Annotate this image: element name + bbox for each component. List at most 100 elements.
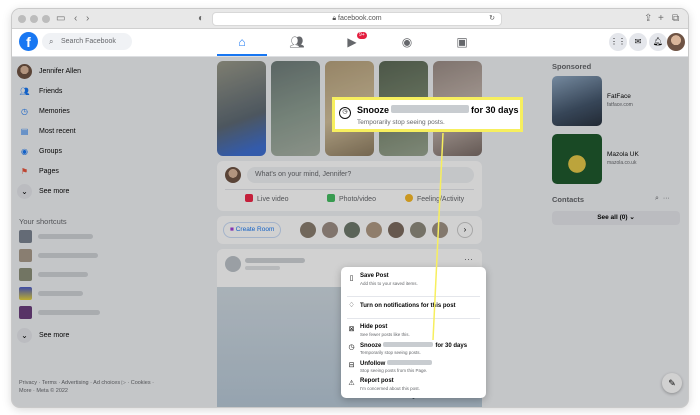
room-contact-avatar[interactable] (300, 222, 316, 238)
shortcut-item[interactable] (19, 268, 124, 281)
sponsored-ad[interactable]: Mazola UK mazola.co.uk (552, 134, 682, 184)
story-card[interactable] (271, 61, 320, 156)
room-contact-avatar[interactable] (344, 222, 360, 238)
redacted-page-name (387, 360, 433, 365)
avatar (225, 167, 241, 183)
sidebar-toggle-icon[interactable]: ▭ (56, 12, 65, 26)
room-contact-avatar[interactable] (432, 222, 448, 238)
photo-video-label: Photo/video (339, 196, 376, 203)
nav-watch-tab[interactable]: ▶ 9+ (327, 29, 377, 56)
menu-item-report-post[interactable]: ⚠ Report post I'm concerned about this p… (341, 378, 486, 396)
post-more-options-button[interactable]: ··· (464, 254, 473, 264)
shortcut-item[interactable] (19, 306, 124, 319)
callout-subtitle: Temporarily stop seeing posts. (357, 119, 445, 126)
back-icon[interactable]: ‹ (74, 12, 77, 26)
create-room-button[interactable]: ■ Create Room (223, 222, 282, 238)
shortcut-thumbnail (19, 230, 32, 243)
account-avatar[interactable] (667, 33, 685, 51)
whats-on-your-mind-input[interactable]: What's on your mind, Jennifer? (247, 167, 474, 183)
shortcut-label (38, 291, 83, 296)
tab-overview-icon[interactable]: ⧉ (672, 12, 679, 26)
shortcut-label (38, 310, 100, 315)
shortcut-item[interactable] (19, 287, 124, 300)
sponsored-ad[interactable]: FatFace fatface.com (552, 76, 682, 126)
shortcut-thumbnail (19, 287, 32, 300)
sidebar-item-most-recent[interactable]: ▤ Most recent (17, 121, 157, 141)
home-icon: ⌂ (238, 35, 246, 49)
menu-item-subtitle: Stop seeing posts from this Page. (360, 368, 428, 373)
forward-icon[interactable]: › (86, 12, 89, 26)
see-all-contacts-button[interactable]: See all (0) ⌄ (552, 211, 680, 225)
facebook-logo[interactable]: f (19, 32, 38, 51)
more-icon[interactable]: ··· (663, 195, 670, 202)
new-message-button[interactable]: ✎ (662, 373, 682, 393)
shortcut-item[interactable] (19, 230, 124, 243)
menu-item-subtitle: I'm concerned about this post. (360, 386, 420, 391)
live-video-button[interactable]: Live video (245, 192, 289, 207)
address-text: facebook.com (338, 15, 382, 22)
nav-friends-tab[interactable]: 👥︎ (272, 29, 322, 56)
sidebar-item-friends[interactable]: 👥︎ Friends (17, 81, 157, 101)
shortcut-label (38, 234, 93, 239)
search-icon[interactable]: ⌕ (655, 195, 659, 202)
menu-divider (347, 318, 480, 319)
sidebar-item-pages[interactable]: ⚑ Pages (17, 161, 157, 181)
footer-links[interactable]: Privacy · Terms · Advertising · Ad choic… (19, 379, 164, 395)
zoom-window-button[interactable] (42, 15, 50, 23)
address-bar[interactable]: 🔒︎ facebook.com ↻ (212, 12, 502, 26)
sidebar-item-see-more[interactable]: ⌄ See more (17, 181, 157, 201)
post-author-avatar[interactable] (225, 256, 241, 272)
clock-icon: ◷ (339, 107, 351, 119)
browser-window: ▭ ‹ › ◐ 🔒︎ facebook.com ↻ ⇪ + ⧉ f ⌕ Sear… (12, 9, 688, 407)
share-icon[interactable]: ⇪ (644, 12, 652, 26)
unfollow-icon: ⊟ (348, 362, 355, 369)
feeling-activity-button[interactable]: Feeling/Activity (405, 192, 464, 207)
search-input[interactable]: ⌕ Search Facebook (42, 33, 132, 50)
menu-item-hide-post[interactable]: ⊠ Hide post See fewer posts like this. (341, 324, 486, 342)
shortcut-item[interactable] (19, 249, 124, 262)
sidebar-item-label: See more (39, 187, 70, 195)
close-window-button[interactable] (18, 15, 26, 23)
menu-item-subtitle: See fewer posts like this. (360, 332, 410, 337)
create-story-card[interactable] (217, 61, 266, 156)
menu-button[interactable]: ⋮⋮ (609, 33, 627, 51)
profile-avatar (17, 63, 32, 79)
rooms-next-button[interactable]: › (457, 222, 473, 238)
shortcut-label (38, 253, 98, 258)
sidebar-item-profile[interactable]: Jennifer Allen (17, 61, 157, 81)
room-contact-avatar[interactable] (322, 222, 338, 238)
minimize-window-button[interactable] (30, 15, 38, 23)
nav-gaming-tab[interactable]: ▣ (437, 29, 487, 56)
feeling-icon (405, 194, 413, 202)
nav-home-tab[interactable]: ⌂ (217, 29, 267, 56)
sidebar-item-memories[interactable]: ◷ Memories (17, 101, 157, 121)
new-tab-icon[interactable]: + (658, 12, 664, 26)
messenger-icon: ✉ (634, 37, 642, 46)
menu-item-unfollow[interactable]: ⊟ Unfollow Stop seeing posts from this P… (341, 360, 486, 378)
report-icon: ⚠ (348, 380, 355, 387)
menu-item-snooze[interactable]: ◷ Snooze for 30 days Temporarily stop see… (341, 342, 486, 360)
privacy-shield-icon[interactable]: ◐ (198, 12, 204, 26)
ad-name: Mazola UK (607, 151, 639, 158)
sidebar-item-groups[interactable]: ◉ Groups (17, 141, 157, 161)
ad-site: mazola.co.uk (607, 160, 637, 166)
left-sidebar: Jennifer Allen 👥︎ Friends ◷ Memories ▤ M… (17, 61, 157, 201)
reload-icon[interactable]: ↻ (489, 13, 495, 25)
photo-video-button[interactable]: Photo/video (327, 192, 376, 207)
menu-item-save-post[interactable]: ▯ Save Post Add this to your saved items… (341, 273, 486, 291)
search-icon: ⌕ (49, 37, 54, 46)
feeling-activity-label: Feeling/Activity (417, 196, 465, 203)
messenger-button[interactable]: ✉ (629, 33, 647, 51)
room-contact-avatar[interactable] (410, 222, 426, 238)
nav-groups-tab[interactable]: ◉ (382, 29, 432, 56)
shortcuts-see-more[interactable]: ⌄ See more (17, 325, 157, 345)
ad-image (552, 76, 602, 126)
post-timestamp (245, 266, 280, 270)
notifications-button[interactable]: 🔔︎ (649, 33, 667, 51)
post-author-name[interactable] (245, 258, 305, 263)
room-contact-avatar[interactable] (366, 222, 382, 238)
room-contact-avatar[interactable] (388, 222, 404, 238)
menu-item-title: Unfollow (360, 360, 434, 367)
menu-divider (347, 296, 480, 297)
menu-item-turn-on-notifications[interactable]: ♢ Turn on notifications for this post (341, 300, 486, 318)
